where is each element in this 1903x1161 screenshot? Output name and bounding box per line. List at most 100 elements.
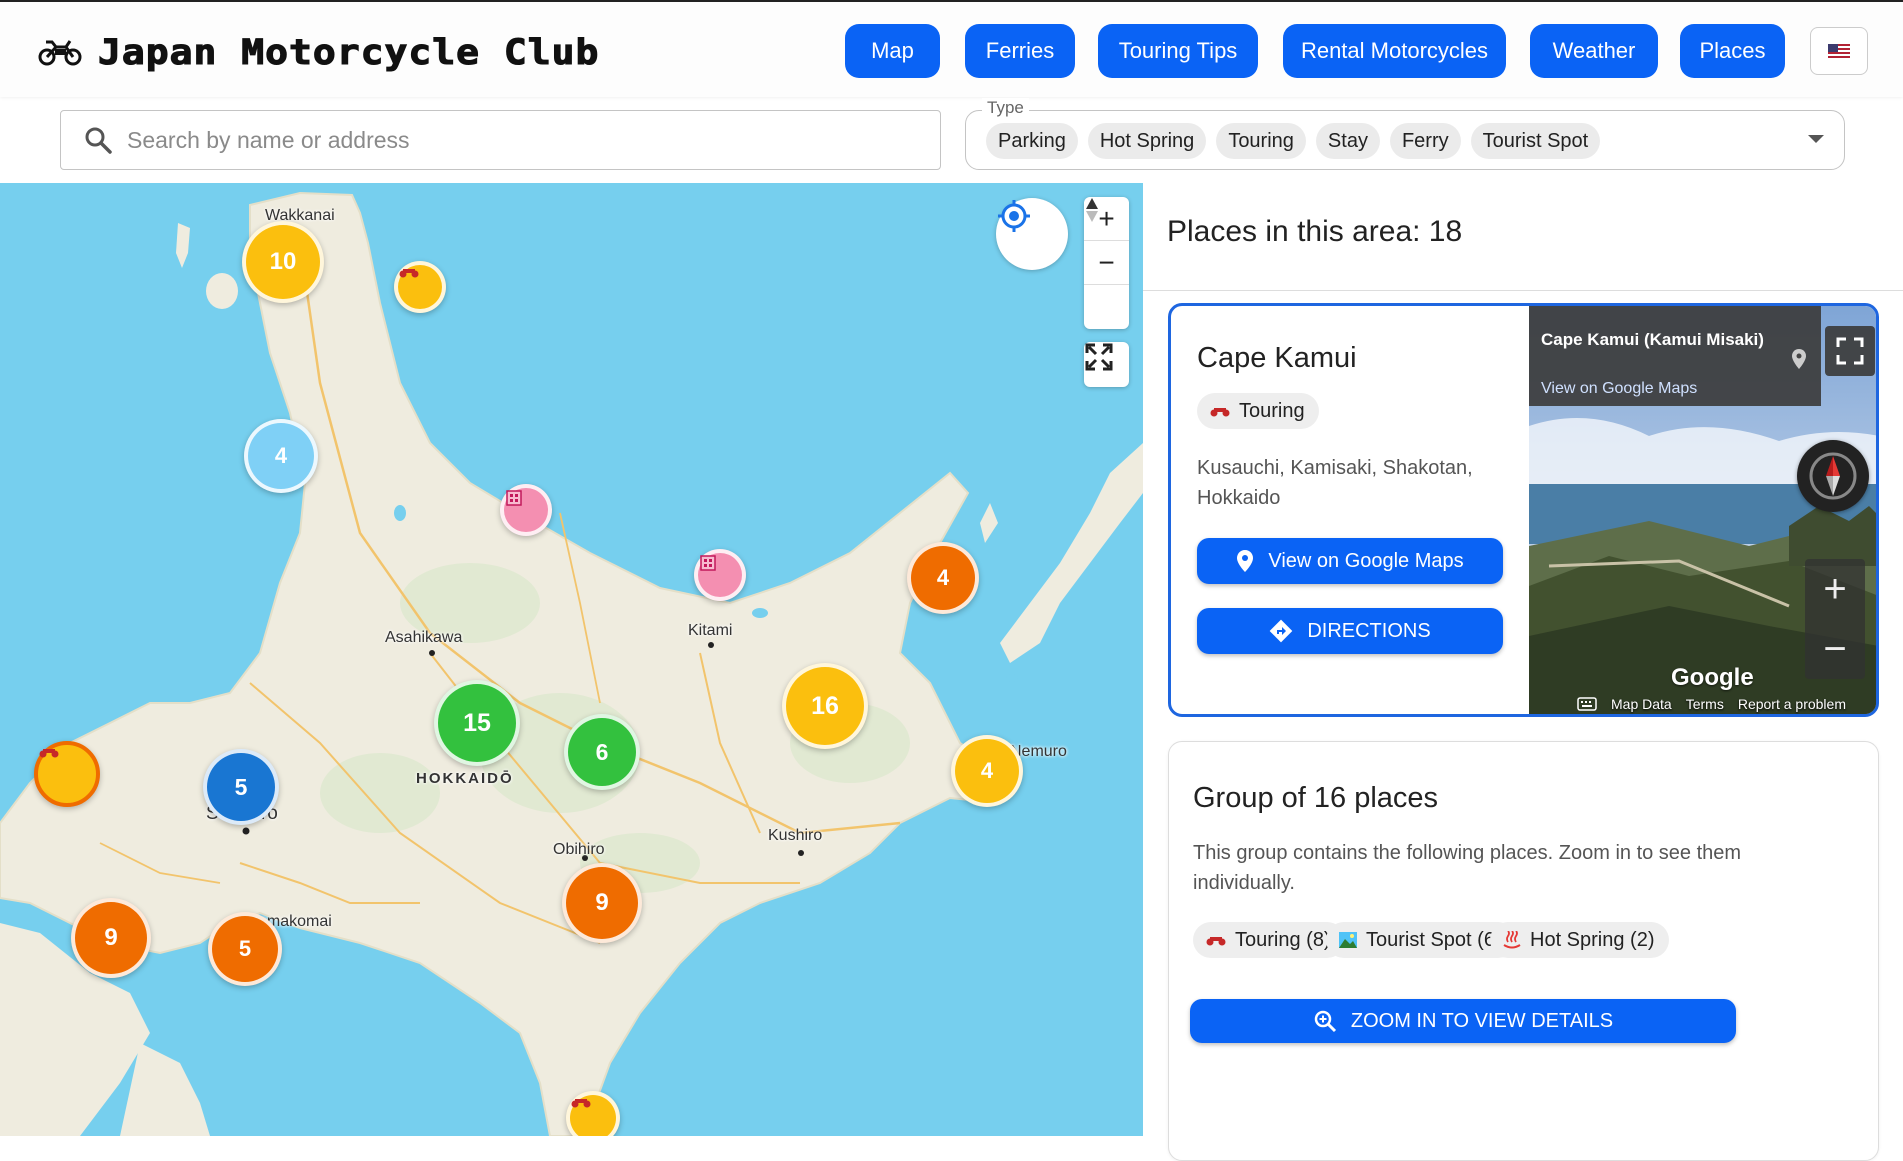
street-view-compass[interactable] bbox=[1797, 440, 1869, 512]
chip-tourist-spot[interactable]: Tourist Spot bbox=[1470, 123, 1601, 159]
group-card: Group of 16 places This group contains t… bbox=[1168, 741, 1879, 1161]
motorcycle-logo-icon bbox=[38, 40, 82, 66]
map-cluster[interactable]: 9 bbox=[71, 898, 151, 978]
nav-rental-motorcycles-button[interactable]: Rental Motorcycles bbox=[1283, 24, 1506, 78]
search-icon bbox=[85, 127, 112, 154]
map-cluster[interactable]: 10 bbox=[242, 221, 324, 303]
type-filter-select[interactable]: Type Parking Hot Spring Touring Stay Fer… bbox=[965, 98, 1845, 170]
report-problem-link[interactable]: Report a problem bbox=[1738, 696, 1846, 712]
group-tag-tourist-spot-label: Tourist Spot (6) bbox=[1366, 928, 1502, 951]
touring-marker[interactable] bbox=[566, 1091, 620, 1136]
motorcycle-icon bbox=[1206, 937, 1226, 946]
map-cluster[interactable]: 6 bbox=[564, 714, 640, 790]
street-view-footer: Map Data Terms Report a problem bbox=[1529, 694, 1876, 714]
my-location-button[interactable] bbox=[996, 198, 1068, 270]
nav-ferries-button[interactable]: Ferries bbox=[965, 24, 1075, 78]
chip-touring[interactable]: Touring bbox=[1216, 123, 1306, 159]
stay-marker[interactable] bbox=[500, 484, 552, 536]
landscape-icon bbox=[1339, 932, 1357, 948]
nav-weather-button[interactable]: Weather bbox=[1530, 24, 1658, 78]
crosshair-icon bbox=[998, 200, 1030, 232]
place-label-hokkaido: HOKKAIDŌ bbox=[416, 770, 514, 787]
place-type-tag: Touring bbox=[1197, 393, 1319, 429]
directions-label: DIRECTIONS bbox=[1307, 619, 1431, 642]
map-cluster[interactable]: 15 bbox=[434, 680, 520, 766]
group-tag-touring[interactable]: Touring (8) bbox=[1193, 922, 1345, 958]
language-button[interactable] bbox=[1810, 27, 1868, 75]
street-view-title: Cape Kamui (Kamui Misaki) bbox=[1541, 330, 1764, 349]
compass-icon bbox=[1809, 452, 1857, 500]
google-logo: Google bbox=[1671, 664, 1754, 691]
motorcycle-icon bbox=[399, 269, 419, 278]
view-on-google-maps-button[interactable]: View on Google Maps bbox=[1197, 538, 1503, 584]
street-view-fullscreen-button[interactable] bbox=[1825, 326, 1875, 376]
selected-touring-marker[interactable] bbox=[34, 741, 100, 807]
nav-places-button[interactable]: Places bbox=[1680, 24, 1785, 78]
us-flag-icon bbox=[1828, 43, 1850, 59]
hot-spring-icon bbox=[1503, 931, 1521, 949]
search-field[interactable] bbox=[60, 110, 941, 170]
map-cluster[interactable]: 16 bbox=[782, 663, 868, 749]
directions-icon bbox=[1270, 619, 1293, 643]
nav-map-button[interactable]: Map bbox=[845, 24, 940, 78]
north-arrow-icon bbox=[1086, 198, 1098, 222]
group-description: This group contains the following places… bbox=[1193, 842, 1742, 894]
place-address: Kusauchi, Kamisaki, Shakotan, Hokkaido bbox=[1197, 457, 1473, 509]
street-view-zoom-out-button[interactable]: − bbox=[1823, 627, 1846, 672]
street-view-zoom: + − bbox=[1805, 559, 1865, 679]
zoom-out-button[interactable]: − bbox=[1084, 241, 1129, 285]
keyboard-icon[interactable] bbox=[1577, 697, 1597, 711]
type-chips: Parking Hot Spring Touring Stay Ferry To… bbox=[986, 123, 1601, 159]
place-label-kushiro: Kushiro bbox=[768, 827, 823, 844]
fullscreen-icon bbox=[1836, 337, 1864, 365]
street-view-panorama[interactable]: Cape Kamui (Kamui Misaki) View on Google… bbox=[1529, 306, 1876, 714]
motorcycle-icon bbox=[571, 1099, 591, 1108]
places-panel: Places in this area: 18 Cape Kamui Touri… bbox=[1143, 183, 1903, 1161]
motorcycle-icon bbox=[39, 749, 59, 758]
directions-button[interactable]: DIRECTIONS bbox=[1197, 608, 1503, 654]
logo[interactable]: Japan Motorcycle Club bbox=[38, 30, 599, 74]
zoom-in-to-view-details-button[interactable]: ZOOM IN TO VIEW DETAILS bbox=[1190, 999, 1736, 1043]
street-view-zoom-in-button[interactable]: + bbox=[1823, 567, 1846, 612]
logo-text: Japan Motorcycle Club bbox=[97, 31, 600, 73]
hokkaido-map-graphic bbox=[0, 191, 1143, 1136]
compass-reset-button[interactable] bbox=[1084, 198, 1129, 329]
group-title: Group of 16 places bbox=[1193, 782, 1439, 814]
street-view-google-maps-link[interactable]: View on Google Maps bbox=[1541, 380, 1697, 398]
stay-marker[interactable] bbox=[694, 549, 746, 601]
chip-parking[interactable]: Parking bbox=[986, 123, 1078, 159]
zoom-controls: + − bbox=[1084, 197, 1129, 329]
group-tag-hot-spring-label: Hot Spring (2) bbox=[1530, 928, 1655, 951]
map-data-link[interactable]: Map Data bbox=[1611, 696, 1672, 712]
map-cluster[interactable]: 4 bbox=[951, 735, 1023, 807]
map-cluster[interactable]: 4 bbox=[907, 542, 979, 614]
zoom-in-label: ZOOM IN TO VIEW DETAILS bbox=[1350, 1009, 1614, 1032]
map-pin-icon bbox=[1792, 349, 1806, 369]
touring-marker[interactable] bbox=[394, 261, 446, 313]
place-type-label: Touring bbox=[1239, 399, 1305, 422]
motorcycle-icon bbox=[1210, 408, 1230, 417]
terms-link[interactable]: Terms bbox=[1686, 696, 1724, 712]
map-cluster[interactable]: 4 bbox=[244, 419, 318, 493]
chip-stay[interactable]: Stay bbox=[1315, 123, 1380, 159]
fullscreen-button[interactable] bbox=[1084, 342, 1129, 387]
chip-hot-spring[interactable]: Hot Spring bbox=[1087, 123, 1207, 159]
group-tag-tourist-spot[interactable]: Tourist Spot (6) bbox=[1326, 922, 1516, 958]
place-label-kitami: Kitami bbox=[688, 622, 733, 639]
chevron-down-icon[interactable] bbox=[1808, 135, 1824, 143]
expand-icon bbox=[1085, 343, 1113, 371]
map-cluster[interactable]: 5 bbox=[208, 912, 282, 986]
site-header: Japan Motorcycle Club Map Ferries Tourin… bbox=[0, 0, 1903, 97]
map-pin-icon bbox=[1237, 550, 1254, 572]
divider bbox=[1143, 290, 1903, 291]
map-cluster[interactable]: 9 bbox=[562, 863, 642, 943]
map-cluster[interactable]: 5 bbox=[203, 749, 279, 825]
nav-touring-tips-button[interactable]: Touring Tips bbox=[1098, 24, 1258, 78]
group-tag-hot-spring[interactable]: Hot Spring (2) bbox=[1490, 922, 1669, 958]
search-input[interactable] bbox=[127, 126, 907, 154]
zoom-in-icon bbox=[1314, 1010, 1336, 1033]
map-view[interactable]: Wakkanai Asahikawa Kitami HOKKAIDŌ Sappo… bbox=[0, 183, 1143, 1136]
chip-ferry[interactable]: Ferry bbox=[1389, 123, 1461, 159]
street-view-info-box: Cape Kamui (Kamui Misaki) View on Google… bbox=[1529, 306, 1821, 406]
selected-place-card[interactable]: Cape Kamui Touring Kusauchi, Kamisaki, S… bbox=[1168, 303, 1879, 717]
